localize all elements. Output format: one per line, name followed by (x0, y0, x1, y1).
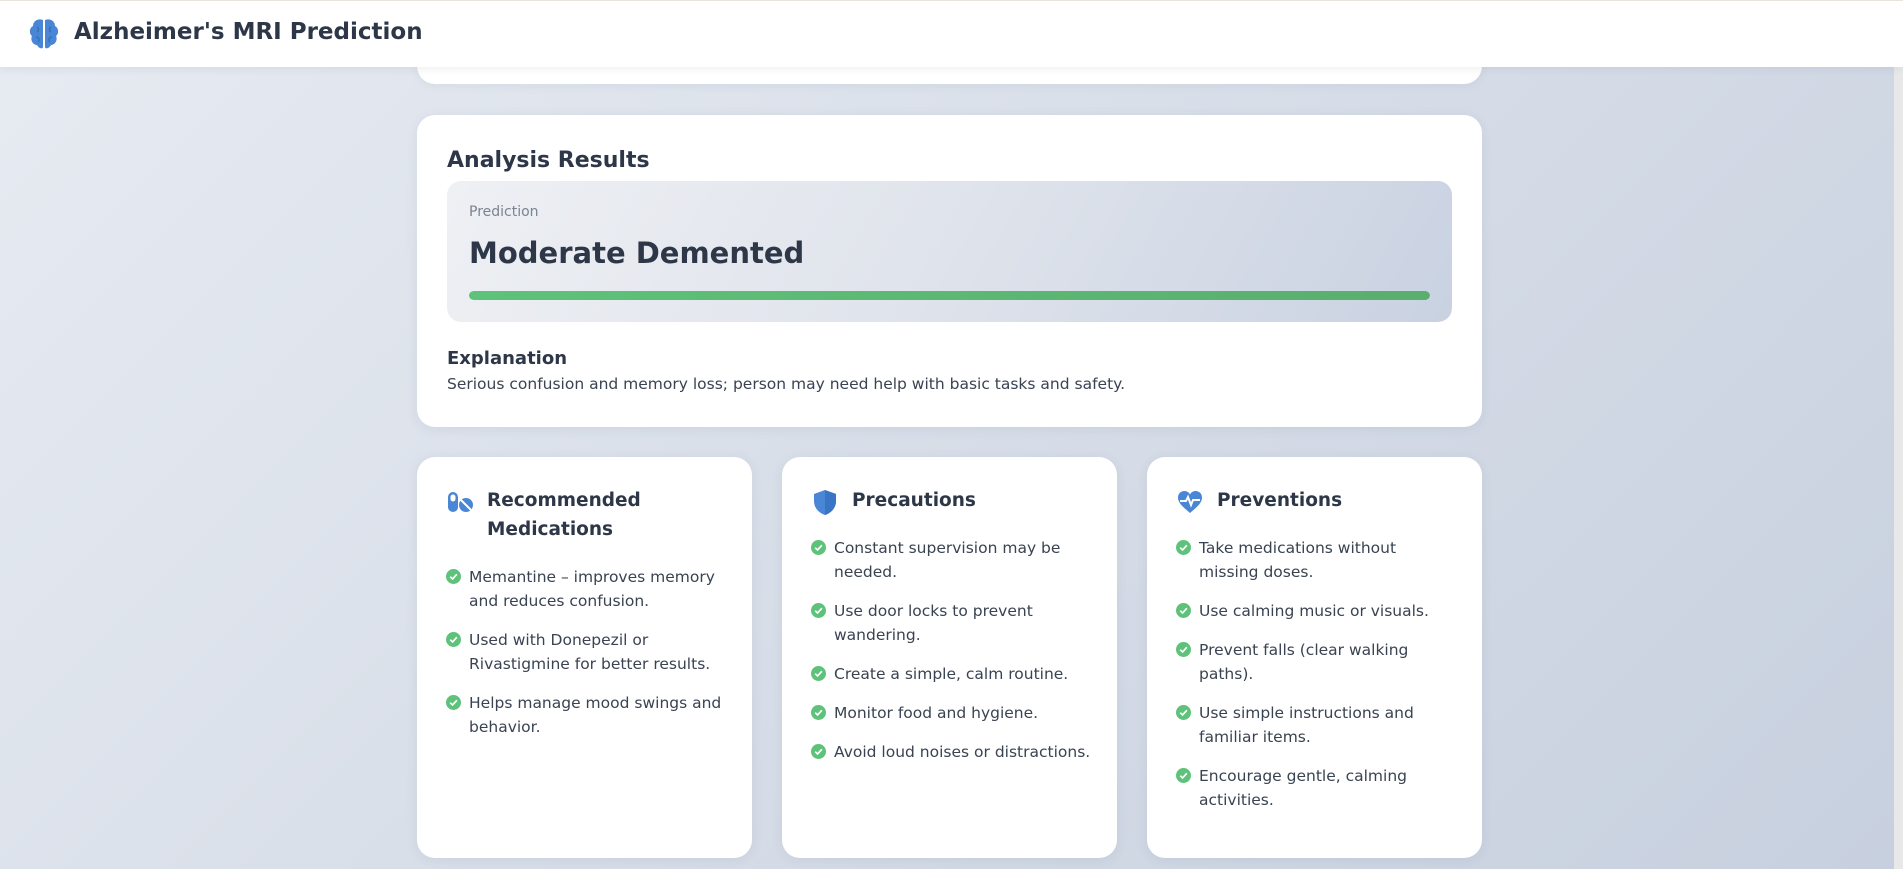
explanation-heading: Explanation (447, 348, 568, 369)
list-item: Use calming music or visuals. (1176, 599, 1458, 623)
check-circle-icon (1176, 768, 1191, 783)
list-item-text: Use door locks to prevent wandering. (834, 602, 1033, 644)
pills-icon (448, 492, 473, 512)
list-item: Use door locks to prevent wandering. (811, 599, 1093, 647)
list-item-text: Memantine – improves memory and reduces … (469, 568, 715, 610)
check-circle-icon (811, 705, 826, 720)
check-circle-icon (1176, 705, 1191, 720)
medications-list: Memantine – improves memory and reduces … (446, 565, 728, 754)
medications-title: Recommended Medications (487, 490, 641, 540)
list-item: Avoid loud noises or distractions. (811, 740, 1093, 764)
confidence-bar-fill (469, 291, 1430, 300)
list-item-text: Take medications without missing doses. (1199, 539, 1397, 581)
list-item: Helps manage mood swings and behavior. (446, 691, 728, 739)
list-item-text: Use simple instructions and familiar ite… (1199, 704, 1414, 746)
prediction-box: Prediction Moderate Demented (447, 181, 1452, 322)
preventions-list: Take medications without missing doses. … (1176, 536, 1458, 827)
list-item-text: Helps manage mood swings and behavior. (469, 694, 722, 736)
list-item-text: Encourage gentle, calming activities. (1199, 767, 1407, 809)
list-item: Prevent falls (clear walking paths). (1176, 638, 1458, 686)
app-header: Alzheimer's MRI Prediction (0, 0, 1903, 67)
explanation-text: Serious confusion and memory loss; perso… (447, 375, 1126, 393)
list-item-text: Monitor food and hygiene. (834, 704, 1039, 722)
shield-icon (814, 490, 836, 515)
check-circle-icon (811, 540, 826, 555)
list-item: Constant supervision may be needed. (811, 536, 1093, 584)
list-item-text: Constant supervision may be needed. (834, 539, 1061, 581)
check-circle-icon (446, 632, 461, 647)
brain-icon (29, 19, 59, 49)
analysis-results-card: Analysis Results Prediction Moderate Dem… (417, 115, 1482, 427)
preventions-title: Preventions (1217, 490, 1343, 511)
check-circle-icon (811, 666, 826, 681)
check-circle-icon (446, 569, 461, 584)
list-item: Take medications without missing doses. (1176, 536, 1458, 584)
list-item-text: Used with Donepezil or Rivastigmine for … (469, 631, 711, 673)
list-item-text: Prevent falls (clear walking paths). (1199, 641, 1409, 683)
list-item: Used with Donepezil or Rivastigmine for … (446, 628, 728, 676)
precautions-title: Precautions (852, 490, 976, 511)
list-item: Encourage gentle, calming activities. (1176, 764, 1458, 812)
list-item: Memantine – improves memory and reduces … (446, 565, 728, 613)
list-item-text: Avoid loud noises or distractions. (834, 743, 1091, 761)
analysis-title: Analysis Results (447, 148, 650, 173)
page-scrollbar[interactable] (1894, 0, 1903, 869)
check-circle-icon (811, 603, 826, 618)
check-circle-icon (1176, 642, 1191, 657)
check-circle-icon (1176, 603, 1191, 618)
list-item: Monitor food and hygiene. (811, 701, 1093, 725)
precautions-card: Precautions Constant supervision may be … (782, 457, 1117, 858)
check-circle-icon (811, 744, 826, 759)
list-item: Create a simple, calm routine. (811, 662, 1093, 686)
heart-pulse-icon (1178, 491, 1202, 513)
check-circle-icon (446, 695, 461, 710)
medications-card: Recommended Medications Memantine – impr… (417, 457, 752, 858)
precautions-list: Constant supervision may be needed. Use … (811, 536, 1093, 779)
preventions-card: Preventions Take medications without mis… (1147, 457, 1482, 858)
prediction-value: Moderate Demented (469, 236, 805, 270)
list-item-text: Use calming music or visuals. (1199, 602, 1429, 620)
check-circle-icon (1176, 540, 1191, 555)
confidence-bar (469, 291, 1430, 300)
app-title: Alzheimer's MRI Prediction (74, 19, 423, 45)
list-item: Use simple instructions and familiar ite… (1176, 701, 1458, 749)
list-item-text: Create a simple, calm routine. (834, 665, 1069, 683)
prediction-label: Prediction (469, 204, 539, 220)
